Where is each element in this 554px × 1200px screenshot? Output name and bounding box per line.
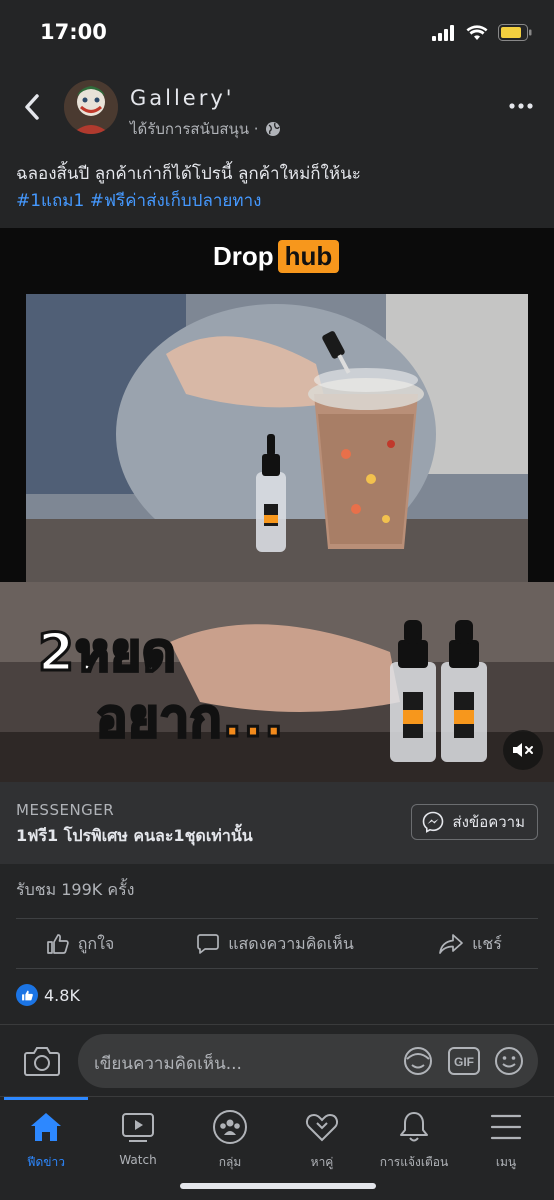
groups-icon (212, 1109, 248, 1145)
like-reaction-icon (16, 984, 38, 1006)
post-actions: ถูกใจ แสดงความคิดเห็น แชร์ (0, 920, 554, 968)
cta-source: MESSENGER (16, 801, 115, 819)
page-name[interactable]: Gallery' (130, 86, 235, 110)
tab-notifications[interactable]: การแจ้งเตือน (368, 1109, 460, 1172)
emoji-icon[interactable] (494, 1046, 524, 1076)
overlay-text-line-2: อยาก... (95, 688, 286, 751)
comment-bubble-icon (197, 934, 220, 954)
camera-icon (24, 1047, 60, 1076)
video-scene-top (26, 294, 528, 582)
watch-icon (120, 1109, 156, 1145)
messenger-icon (423, 811, 444, 833)
caption-text: ฉลองสิ้นปี ลูกค้าเก่าก็ได้โปรนี้ ลูกค้าใ… (16, 164, 361, 184)
battery-icon (498, 24, 532, 41)
logo-hub-text: hub (277, 240, 340, 273)
home-icon (28, 1109, 64, 1145)
thumbs-up-icon (46, 934, 69, 954)
divider (16, 918, 538, 919)
status-time: 17:00 (40, 20, 107, 44)
page-avatar[interactable] (64, 80, 118, 134)
active-tab-indicator (4, 1097, 88, 1100)
tab-label: กลุ่ม (218, 1155, 242, 1169)
joker-avatar-image (64, 80, 118, 134)
menu-icon (488, 1109, 524, 1145)
globe-icon (265, 122, 280, 136)
tab-watch[interactable]: Watch (92, 1109, 184, 1167)
tab-label: การแจ้งเตือน (379, 1155, 449, 1169)
like-button[interactable]: ถูกใจ (0, 920, 160, 968)
tab-dating[interactable]: หาคู่ (276, 1109, 368, 1172)
tab-news-feed[interactable]: ฟีดข่าว (0, 1109, 92, 1172)
send-message-button[interactable]: ส่งข้อความ (411, 804, 538, 840)
divider (16, 968, 538, 969)
speaker-muted-icon (513, 743, 533, 757)
sponsored-label: ได้รับการสนับสนุน · (130, 117, 281, 141)
share-button[interactable]: แชร์ (390, 920, 550, 968)
comment-label: แสดงความคิดเห็น (228, 933, 354, 953)
post-caption: ฉลองสิ้นปี ลูกค้าเก่าก็ได้โปรนี้ ลูกค้าใ… (16, 161, 538, 215)
post-header: Gallery' ได้รับการสนับสนุน · (0, 70, 554, 145)
comment-composer: เขียนความคิดเห็น... GIF (0, 1024, 554, 1096)
hashtag-link[interactable]: #ฟรีค่าส่งเก็บปลายทาง (90, 191, 262, 211)
back-button[interactable] (20, 92, 46, 122)
caption-hashtags: #1แถม1 #ฟรีค่าส่งเก็บปลายทาง (16, 188, 538, 215)
tab-label: Watch (119, 1153, 157, 1167)
cta-bar: MESSENGER 1ฟรี1 โปรพิเศษ คนละ1ชุดเท่านั้… (0, 782, 554, 864)
view-count: รับชม 199K ครั้ง (16, 880, 135, 899)
home-indicator (180, 1183, 376, 1189)
comment-placeholder: เขียนความคิดเห็น... (94, 1054, 242, 1074)
more-dots-icon (509, 103, 533, 109)
camera-button[interactable] (24, 1045, 60, 1077)
comment-input-actions: GIF (402, 1045, 524, 1077)
share-arrow-icon (439, 934, 463, 954)
tab-label: หาคู่ (310, 1155, 334, 1169)
avatar-sticker-icon[interactable] (402, 1045, 434, 1077)
signal-icon (432, 24, 454, 41)
send-message-label: ส่งข้อความ (452, 813, 525, 831)
sponsored-text: ได้รับการสนับสนุน · (130, 120, 259, 138)
gif-icon[interactable]: GIF (448, 1047, 480, 1075)
tab-groups[interactable]: กลุ่ม (184, 1109, 276, 1172)
reactions-summary[interactable]: 4.8K (16, 984, 80, 1006)
post-video[interactable]: Drop hub 2หยด อยาก... (0, 228, 554, 782)
comment-button[interactable]: แสดงความคิดเห็น (160, 920, 390, 968)
more-options-button[interactable] (508, 98, 534, 114)
logo-drop-text: Drop (213, 241, 274, 271)
cta-title[interactable]: 1ฟรี1 โปรพิเศษ คนละ1ชุดเท่านั้น (16, 824, 253, 849)
hashtag-link[interactable]: #1แถม1 (16, 191, 84, 211)
drink-scene-image (26, 294, 528, 582)
tab-label: เมนู (495, 1155, 517, 1169)
status-icons (432, 24, 532, 41)
tab-menu[interactable]: เมนู (460, 1109, 552, 1172)
gif-label: GIF (454, 1055, 474, 1069)
like-label: ถูกใจ (77, 933, 115, 953)
share-label: แชร์ (472, 933, 502, 953)
mute-button[interactable] (503, 730, 543, 770)
status-bar: 17:00 (0, 0, 554, 66)
wifi-icon (466, 24, 488, 40)
reaction-count: 4.8K (44, 985, 80, 1005)
bell-icon (396, 1109, 432, 1145)
brand-logo: Drop hub (213, 240, 340, 273)
chevron-left-icon (25, 94, 39, 120)
dating-icon (304, 1109, 340, 1145)
tab-label: ฟีดข่าว (27, 1155, 65, 1169)
comment-input[interactable]: เขียนความคิดเห็น... GIF (78, 1034, 538, 1088)
